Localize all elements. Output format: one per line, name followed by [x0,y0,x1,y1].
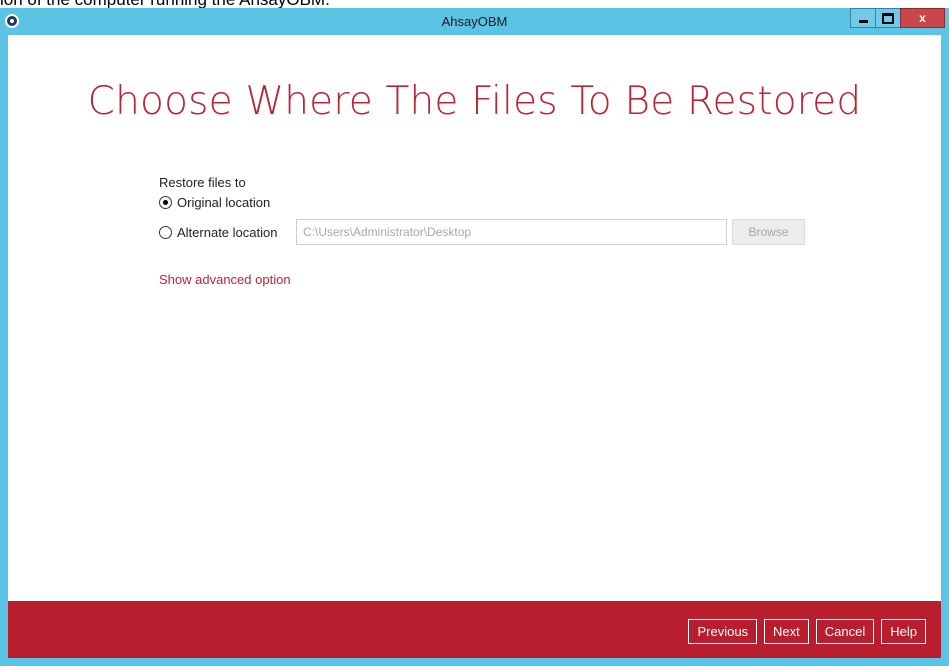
background-document-text: ion of the computer running the AhsayOBM… [0,0,949,8]
maximize-button[interactable] [875,8,901,28]
radio-button-original[interactable] [159,196,172,209]
minimize-button[interactable] [850,8,876,28]
minimize-icon [858,19,868,23]
document-strip-text: ion of the computer running the AhsayOBM… [0,0,330,8]
help-button[interactable]: Help [881,619,926,644]
window-controls: x [850,8,945,30]
browse-button[interactable]: Browse [732,219,805,245]
maximize-icon [882,12,894,24]
title-bar[interactable]: AhsayOBM x [0,8,949,35]
radio-alternate-label: Alternate location [177,225,278,240]
cancel-button[interactable]: Cancel [815,619,875,644]
alternate-path-input[interactable] [296,219,727,245]
show-advanced-option-link[interactable]: Show advanced option [159,272,291,287]
previous-button[interactable]: Previous [688,619,758,644]
window-title: AhsayOBM [441,14,508,29]
wizard-content: Choose Where The Files To Be Restored Re… [8,35,941,658]
radio-button-alternate[interactable] [159,226,172,239]
close-button[interactable]: x [900,8,945,28]
radio-alternate-location[interactable]: Alternate location [159,225,277,240]
radio-original-location[interactable]: Original location [159,195,270,210]
radio-original-label: Original location [177,195,271,210]
app-window: AhsayOBM x Choose Where The Files To Be … [0,8,949,666]
close-icon: x [919,11,926,25]
restore-files-to-label: Restore files to [159,175,246,190]
next-button[interactable]: Next [764,619,809,644]
footer-bar: Previous Next Cancel Help [8,601,941,658]
footer-buttons: Previous Next Cancel Help [688,619,926,644]
page-title: Choose Where The Files To Be Restored [87,79,862,124]
